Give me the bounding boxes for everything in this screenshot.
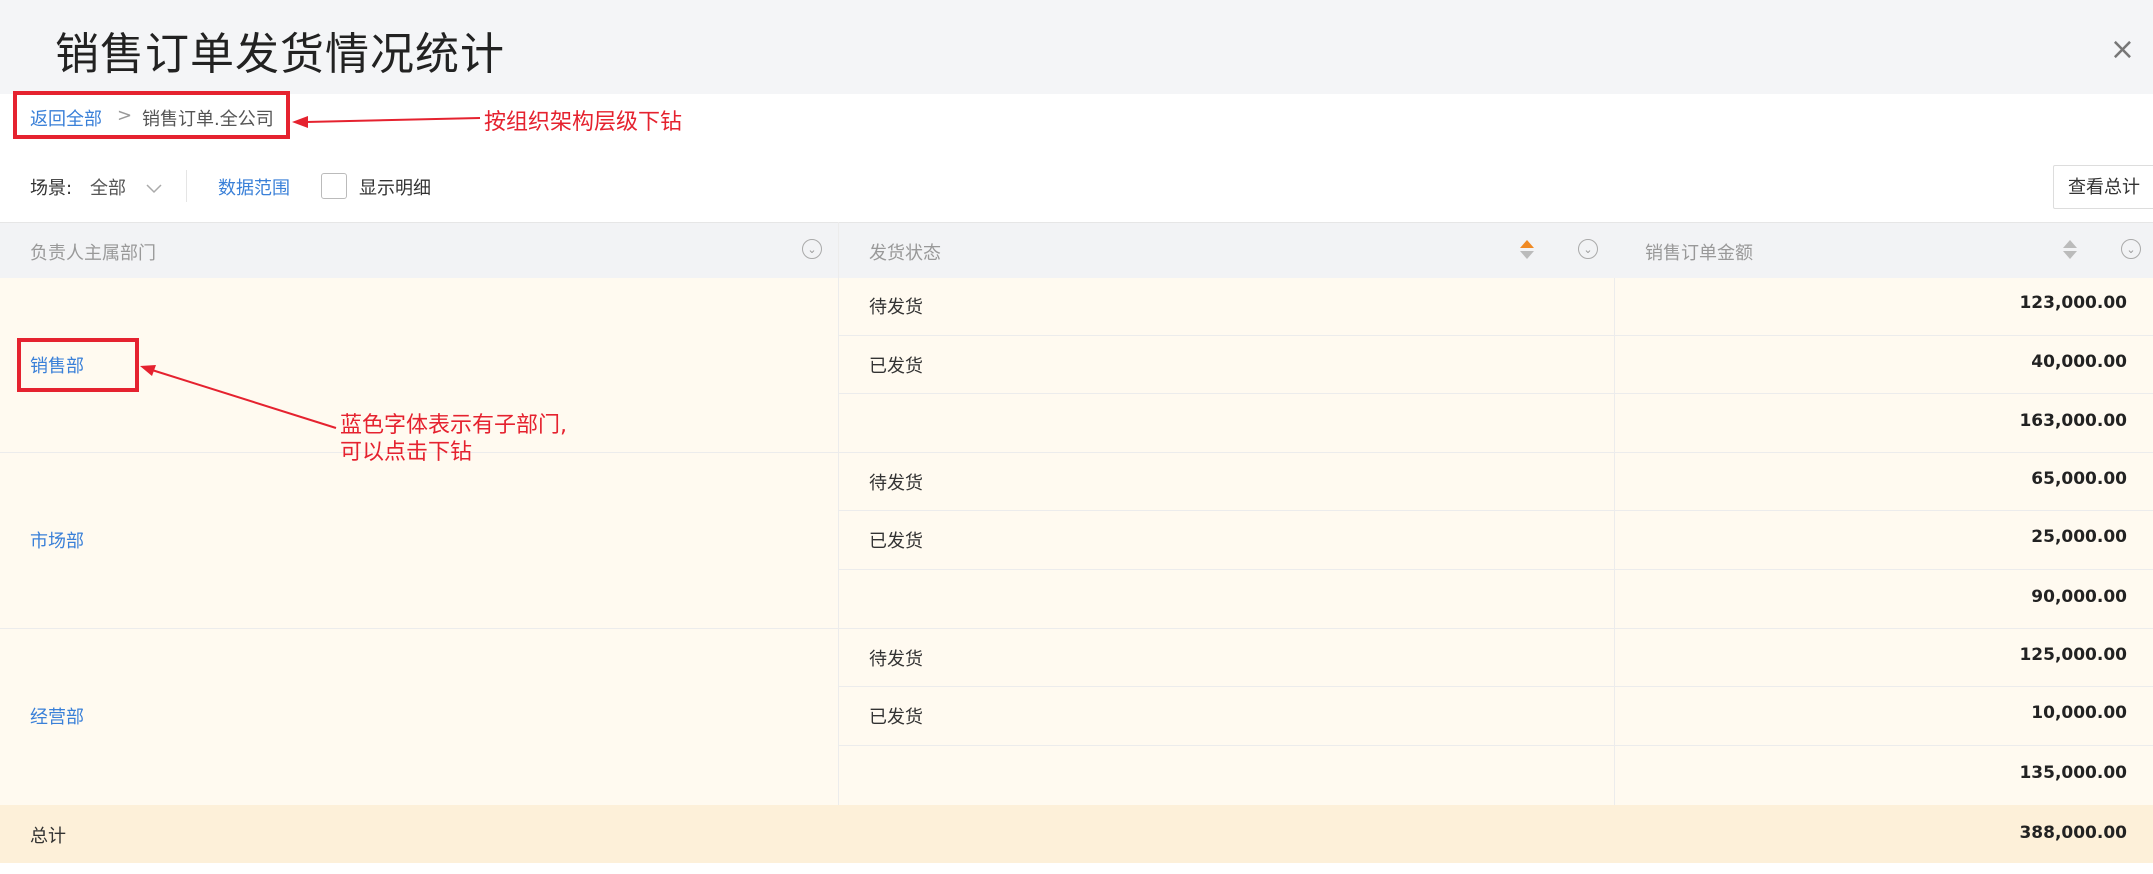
column-header-dept[interactable]: 负责人主属部门 <box>30 239 156 265</box>
row-divider <box>838 745 2153 746</box>
column-divider <box>1614 278 1615 805</box>
view-total-button[interactable]: 查看总计 <box>2053 165 2153 209</box>
column-menu-icon[interactable]: ⌄ <box>1578 239 1598 259</box>
total-row: 总计 388,000.00 <box>0 805 2153 863</box>
dialog-header: 销售订单发货情况统计 × <box>0 0 2153 94</box>
scene-select[interactable]: 全部 <box>90 174 162 200</box>
dept-link-marketing[interactable]: 市场部 <box>30 527 84 553</box>
status-cell: 待发货 <box>869 297 923 318</box>
chevron-down-icon <box>146 184 162 194</box>
amount-cell: 25,000.00 <box>2031 527 2127 547</box>
show-detail-label: 显示明细 <box>359 178 431 199</box>
dept-annotation-arrow <box>140 365 337 429</box>
total-label: 总计 <box>30 826 66 847</box>
breadcrumb-highlight-box <box>13 91 290 139</box>
status-cell: 待发货 <box>869 473 923 494</box>
subtotal-amount: 135,000.00 <box>2019 763 2127 783</box>
detail-background <box>838 278 2153 805</box>
column-header-status[interactable]: 发货状态 <box>869 239 941 265</box>
row-divider <box>838 510 2153 511</box>
total-amount: 388,000.00 <box>2019 823 2127 843</box>
amount-cell: 10,000.00 <box>2031 703 2127 723</box>
sort-icon[interactable] <box>1520 240 1534 262</box>
scene-value: 全部 <box>90 178 126 199</box>
status-cell: 已发货 <box>869 356 923 377</box>
close-icon[interactable]: × <box>2110 32 2135 67</box>
sort-icon[interactable] <box>2063 240 2077 262</box>
scene-label: 场景: <box>30 178 73 199</box>
toolbar-divider <box>186 170 187 202</box>
subtotal-amount: 163,000.00 <box>2019 411 2127 431</box>
dept-link-operations[interactable]: 经营部 <box>30 703 84 729</box>
column-divider <box>838 222 839 805</box>
breadcrumb-annotation: 按组织架构层级下钻 <box>484 110 683 135</box>
dept-annotation-line2: 可以点击下钻 <box>340 440 473 465</box>
amount-cell: 40,000.00 <box>2031 352 2127 372</box>
row-divider <box>838 686 2153 687</box>
status-cell: 已发货 <box>869 707 923 728</box>
amount-cell: 125,000.00 <box>2019 645 2127 665</box>
row-divider <box>838 335 2153 336</box>
group-divider <box>0 452 2153 453</box>
subtotal-amount: 90,000.00 <box>2031 587 2127 607</box>
show-detail-checkbox[interactable] <box>321 173 347 199</box>
data-range-link[interactable]: 数据范围 <box>218 174 290 200</box>
column-menu-icon[interactable]: ⌄ <box>2121 239 2141 259</box>
breadcrumb-annotation-arrow <box>292 116 480 128</box>
amount-cell: 123,000.00 <box>2019 293 2127 313</box>
row-divider <box>838 393 2153 394</box>
group-divider <box>0 628 2153 629</box>
column-menu-icon[interactable]: ⌄ <box>802 239 822 259</box>
table-header <box>0 222 2153 279</box>
status-cell: 已发货 <box>869 531 923 552</box>
column-header-amount[interactable]: 销售订单金额 <box>1645 239 1753 265</box>
page-title: 销售订单发货情况统计 <box>55 29 505 80</box>
amount-cell: 65,000.00 <box>2031 469 2127 489</box>
dept-highlight-box <box>17 338 139 392</box>
status-cell: 待发货 <box>869 649 923 670</box>
row-divider <box>838 569 2153 570</box>
